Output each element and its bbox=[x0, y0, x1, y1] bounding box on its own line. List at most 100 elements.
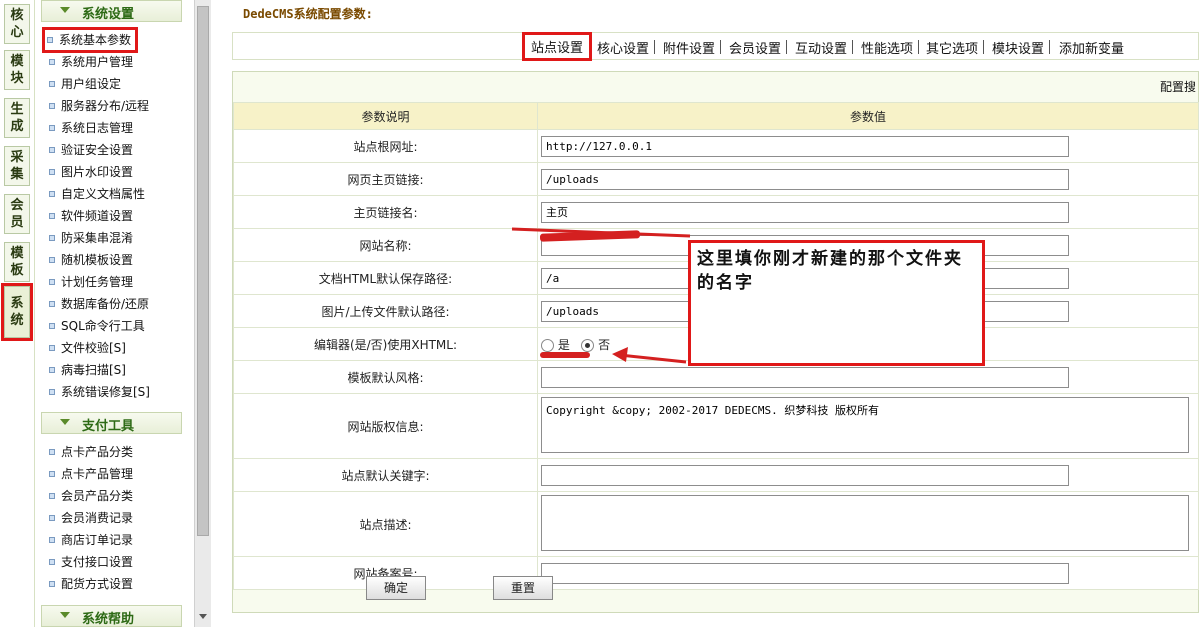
bullet-icon bbox=[49, 448, 55, 455]
scroll-down-icon[interactable] bbox=[199, 614, 207, 619]
xhtml-yes-radio[interactable] bbox=[541, 338, 554, 352]
bullet-icon bbox=[49, 366, 55, 373]
menu-item[interactable]: 病毒扫描[S] bbox=[49, 360, 126, 380]
collapse-arrow-icon bbox=[60, 7, 70, 13]
menu-item-label: 服务器分布/远程 bbox=[61, 99, 150, 113]
site-url-input[interactable] bbox=[541, 135, 1069, 157]
tab-collect[interactable]: 采集 bbox=[4, 146, 30, 186]
icp-input[interactable] bbox=[541, 562, 1069, 584]
menu-item-label: 计划任务管理 bbox=[61, 275, 134, 289]
tab-separator bbox=[983, 40, 984, 54]
tab-template[interactable]: 模板 bbox=[4, 242, 30, 282]
tab-separator bbox=[852, 40, 853, 54]
keywords-input[interactable] bbox=[541, 464, 1069, 486]
home-link-name-input[interactable] bbox=[541, 201, 1069, 223]
tab-separator bbox=[720, 40, 721, 54]
tab-interaction-settings[interactable]: 互动设置 bbox=[795, 38, 847, 57]
menu-section-title: 支付工具 bbox=[82, 419, 135, 434]
menu-item-label: 自定义文档属性 bbox=[61, 187, 146, 201]
tab-separator bbox=[786, 40, 787, 54]
menu-section-title: 系统帮助 bbox=[82, 612, 135, 627]
home-link-input[interactable] bbox=[541, 168, 1069, 190]
tab-core-settings[interactable]: 核心设置 bbox=[597, 38, 649, 57]
bullet-icon bbox=[47, 36, 53, 43]
menu-item-label: 随机模板设置 bbox=[61, 253, 134, 267]
menu-item[interactable]: 配货方式设置 bbox=[49, 574, 133, 594]
menu-item-label: 软件频道设置 bbox=[61, 209, 134, 223]
menu-item[interactable]: 数据库备份/还原 bbox=[49, 294, 149, 314]
menu-item-label: SQL命令行工具 bbox=[61, 319, 145, 333]
description-textarea[interactable] bbox=[541, 494, 1189, 551]
radio-label-no: 否 bbox=[598, 337, 611, 352]
menu-scrollbar[interactable] bbox=[194, 0, 211, 627]
menu-item[interactable]: 图片水印设置 bbox=[49, 162, 133, 182]
menu-item[interactable]: 点卡产品管理 bbox=[49, 464, 133, 484]
module-tab-strip: 核心 模块 生成 采集 会员 模板 系统 bbox=[0, 0, 34, 627]
menu-section-system-settings[interactable]: 系统设置 bbox=[41, 0, 182, 22]
menu-section-system-help[interactable]: 系统帮助 bbox=[41, 605, 182, 627]
table-row: 站点描述: bbox=[233, 491, 1199, 557]
tab-site-settings[interactable]: 站点设置 bbox=[521, 32, 593, 61]
menu-item[interactable]: 验证安全设置 bbox=[49, 140, 133, 160]
menu-item[interactable]: 系统日志管理 bbox=[49, 118, 133, 138]
menu-item[interactable]: 点卡产品分类 bbox=[49, 442, 133, 462]
template-style-input[interactable] bbox=[541, 366, 1069, 388]
menu-item-label: 会员消费记录 bbox=[61, 511, 134, 525]
bullet-icon bbox=[49, 124, 55, 131]
scrollbar-thumb[interactable] bbox=[197, 6, 209, 536]
menu-item[interactable]: SQL命令行工具 bbox=[49, 316, 145, 336]
row-label: 编辑器(是/否)使用XHTML: bbox=[233, 327, 538, 361]
tab-collect-label: 采集 bbox=[10, 150, 24, 182]
tab-add-variable[interactable]: 添加新变量 bbox=[1059, 38, 1124, 57]
tab-attachment-settings[interactable]: 附件设置 bbox=[663, 38, 715, 57]
tab-generate[interactable]: 生成 bbox=[4, 98, 30, 138]
menu-section-payment-tools[interactable]: 支付工具 bbox=[41, 412, 182, 434]
tab-system-label: 系统 bbox=[10, 296, 24, 328]
menu-item[interactable]: 文件校验[S] bbox=[49, 338, 126, 358]
menu-item-label: 数据库备份/还原 bbox=[61, 297, 150, 311]
menu-item[interactable]: 随机模板设置 bbox=[49, 250, 133, 270]
menu-item[interactable]: 会员产品分类 bbox=[49, 486, 133, 506]
tab-separator bbox=[1049, 40, 1050, 54]
bullet-icon bbox=[49, 256, 55, 263]
tab-performance-options[interactable]: 性能选项 bbox=[861, 38, 913, 57]
xhtml-no-radio[interactable] bbox=[581, 338, 595, 352]
menu-item-label: 支付接口设置 bbox=[61, 555, 134, 569]
tab-module[interactable]: 模块 bbox=[4, 50, 30, 90]
menu-item[interactable]: 系统错误修复[S] bbox=[49, 382, 150, 402]
tab-other-options[interactable]: 其它选项 bbox=[926, 38, 978, 57]
pointer-arrow-icon bbox=[612, 347, 687, 364]
menu-item-label: 系统日志管理 bbox=[61, 121, 134, 135]
row-label: 模板默认风格: bbox=[233, 360, 538, 394]
menu-item[interactable]: 自定义文档属性 bbox=[49, 184, 145, 204]
menu-item[interactable]: 系统用户管理 bbox=[49, 52, 133, 72]
row-label: 图片/上传文件默认路径: bbox=[233, 294, 538, 328]
tab-core[interactable]: 核心 bbox=[4, 4, 30, 44]
tab-member[interactable]: 会员 bbox=[4, 194, 30, 234]
menu-item[interactable]: 商店订单记录 bbox=[49, 530, 133, 550]
tab-system[interactable]: 系统 bbox=[1, 283, 33, 341]
menu-item[interactable]: 软件频道设置 bbox=[49, 206, 133, 226]
menu-item[interactable]: 服务器分布/远程 bbox=[49, 96, 149, 116]
row-label: 文档HTML默认保存路径: bbox=[233, 261, 538, 295]
tab-member-settings[interactable]: 会员设置 bbox=[729, 38, 781, 57]
menu-item[interactable]: 用户组设定 bbox=[49, 74, 121, 94]
collapse-arrow-icon bbox=[60, 612, 70, 618]
menu-item[interactable]: 计划任务管理 bbox=[49, 272, 133, 292]
tab-module-settings[interactable]: 模块设置 bbox=[992, 38, 1044, 57]
tab-member-label: 会员 bbox=[10, 198, 24, 230]
menu-item[interactable]: 支付接口设置 bbox=[49, 552, 133, 572]
bullet-icon bbox=[49, 300, 55, 307]
row-label: 主页链接名: bbox=[233, 195, 538, 229]
menu-item-label: 防采集串混淆 bbox=[61, 231, 134, 245]
menu-item[interactable]: 防采集串混淆 bbox=[49, 228, 133, 248]
page-title: DedeCMS系统配置参数: bbox=[229, 0, 1199, 28]
menu-item[interactable]: 系统基本参数 bbox=[41, 27, 139, 53]
reset-button[interactable]: 重置 bbox=[493, 576, 553, 600]
menu-item[interactable]: 会员消费记录 bbox=[49, 508, 133, 528]
copyright-textarea[interactable]: Copyright &copy; 2002-2017 DEDECMS. 织梦科技… bbox=[541, 396, 1189, 453]
menu-item-label: 点卡产品管理 bbox=[61, 467, 134, 481]
tab-generate-label: 生成 bbox=[10, 102, 24, 134]
confirm-button[interactable]: 确定 bbox=[366, 576, 426, 600]
menu-item-label: 系统错误修复[S] bbox=[61, 385, 150, 399]
